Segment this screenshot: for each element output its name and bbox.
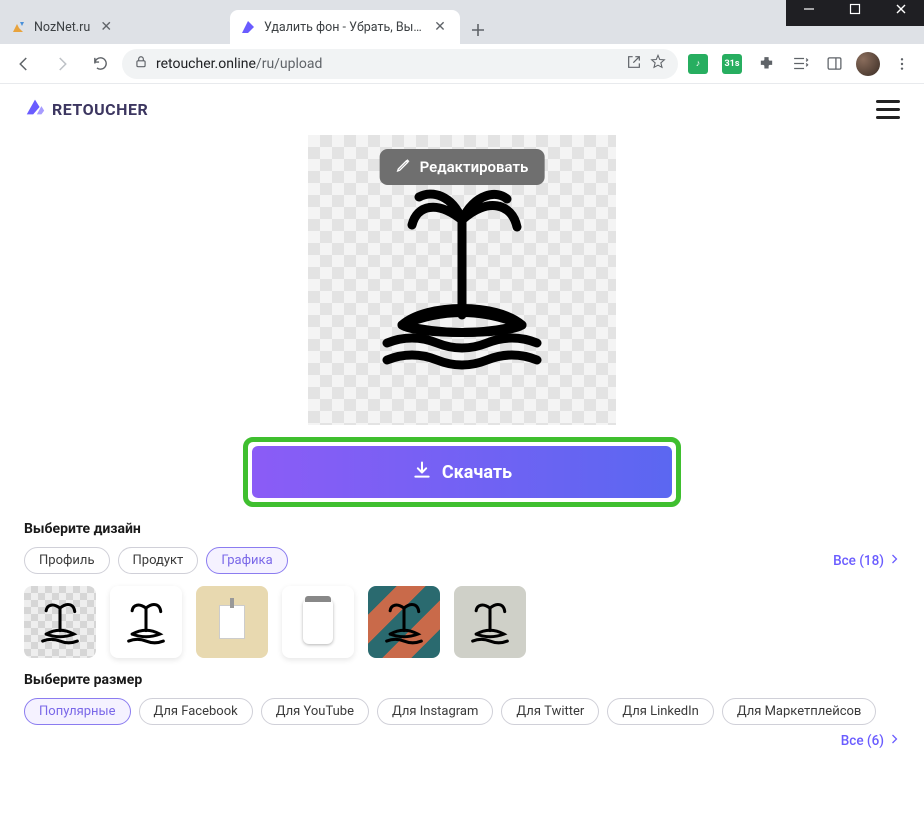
size-more-link[interactable]: Все (6)	[841, 733, 900, 749]
chip-popular[interactable]: Популярные	[24, 698, 131, 725]
extension-1[interactable]: ♪	[684, 50, 712, 78]
chip-product[interactable]: Продукт	[118, 547, 199, 574]
new-tab-button[interactable]	[464, 16, 492, 44]
design-thumb-1[interactable]	[24, 586, 96, 658]
lock-icon	[134, 55, 148, 73]
size-section: Выберите размер Популярные Для Facebook …	[0, 658, 924, 749]
design-thumb-3[interactable]	[196, 586, 268, 658]
browser-tab-1[interactable]: Удалить фон - Убрать, Вырезать ✕	[230, 10, 460, 44]
size-title: Выберите размер	[24, 672, 900, 688]
tab-title: NozNet.ru	[34, 20, 90, 35]
side-panel-icon[interactable]	[820, 50, 848, 78]
download-label: Скачать	[442, 462, 512, 483]
design-thumbs	[24, 586, 900, 658]
close-icon[interactable]: ✕	[432, 19, 448, 35]
chip-youtube[interactable]: Для YouTube	[261, 698, 369, 725]
design-section: Выберите дизайн Профиль Продукт Графика …	[0, 507, 924, 658]
design-more-link[interactable]: Все (18)	[833, 553, 900, 569]
tab-strip: NozNet.ru ✕ Удалить фон - Убрать, Выреза…	[0, 0, 924, 44]
download-button[interactable]: Скачать	[252, 446, 672, 498]
download-highlight: Скачать	[243, 437, 681, 507]
size-chips: Популярные Для Facebook Для YouTube Для …	[24, 698, 900, 749]
design-thumb-2[interactable]	[110, 586, 182, 658]
browser-tab-0[interactable]: NozNet.ru ✕	[0, 10, 230, 44]
chip-instagram[interactable]: Для Instagram	[377, 698, 493, 725]
brand-name: RETOUCHER	[52, 100, 148, 119]
close-icon[interactable]: ✕	[98, 19, 114, 35]
chip-marketplace[interactable]: Для Маркетплейсов	[722, 698, 877, 725]
menu-button[interactable]	[876, 100, 900, 119]
close-window-button[interactable]	[878, 0, 924, 26]
bookmark-icon[interactable]	[650, 54, 666, 74]
image-canvas: Редактировать	[308, 135, 616, 425]
result-image	[357, 185, 567, 375]
chevron-right-icon	[888, 553, 900, 569]
chip-twitter[interactable]: Для Twitter	[501, 698, 599, 725]
tab-title: Удалить фон - Убрать, Вырезать	[264, 20, 424, 35]
extension-2[interactable]: 31s	[718, 50, 746, 78]
edit-button[interactable]: Редактировать	[380, 149, 545, 185]
window-controls	[786, 0, 924, 26]
share-icon[interactable]	[626, 54, 642, 74]
brand-logo[interactable]: RETOUCHER	[24, 96, 148, 123]
minimize-button[interactable]	[786, 0, 832, 26]
url-text: retoucher.online/ru/upload	[156, 56, 322, 72]
design-title: Выберите дизайн	[24, 521, 900, 537]
edit-label: Редактировать	[420, 158, 529, 176]
design-thumb-5[interactable]	[368, 586, 440, 658]
profile-avatar[interactable]	[854, 50, 882, 78]
chrome-menu-icon[interactable]	[888, 50, 916, 78]
download-icon	[412, 460, 432, 485]
page-content: RETOUCHER Редактировать	[0, 84, 924, 749]
chip-facebook[interactable]: Для Facebook	[139, 698, 253, 725]
favicon-icon	[10, 19, 26, 35]
reload-button[interactable]	[84, 48, 116, 80]
forward-button[interactable]	[46, 48, 78, 80]
logo-icon	[24, 96, 46, 123]
address-bar: retoucher.online/ru/upload ♪ 31s	[0, 44, 924, 84]
design-thumb-6[interactable]	[454, 586, 526, 658]
chip-linkedin[interactable]: Для LinkedIn	[607, 698, 714, 725]
extensions-icon[interactable]	[752, 50, 780, 78]
page-header: RETOUCHER	[0, 84, 924, 135]
design-chips: Профиль Продукт Графика Все (18)	[24, 547, 900, 574]
chip-profile[interactable]: Профиль	[24, 547, 110, 574]
reading-list-icon[interactable]	[786, 50, 814, 78]
chevron-right-icon	[888, 733, 900, 749]
back-button[interactable]	[8, 48, 40, 80]
maximize-button[interactable]	[832, 0, 878, 26]
chip-graphics[interactable]: Графика	[206, 547, 287, 574]
design-thumb-4[interactable]	[282, 586, 354, 658]
omnibox[interactable]: retoucher.online/ru/upload	[122, 49, 678, 79]
favicon-icon	[240, 19, 256, 35]
pencil-icon	[396, 157, 412, 177]
